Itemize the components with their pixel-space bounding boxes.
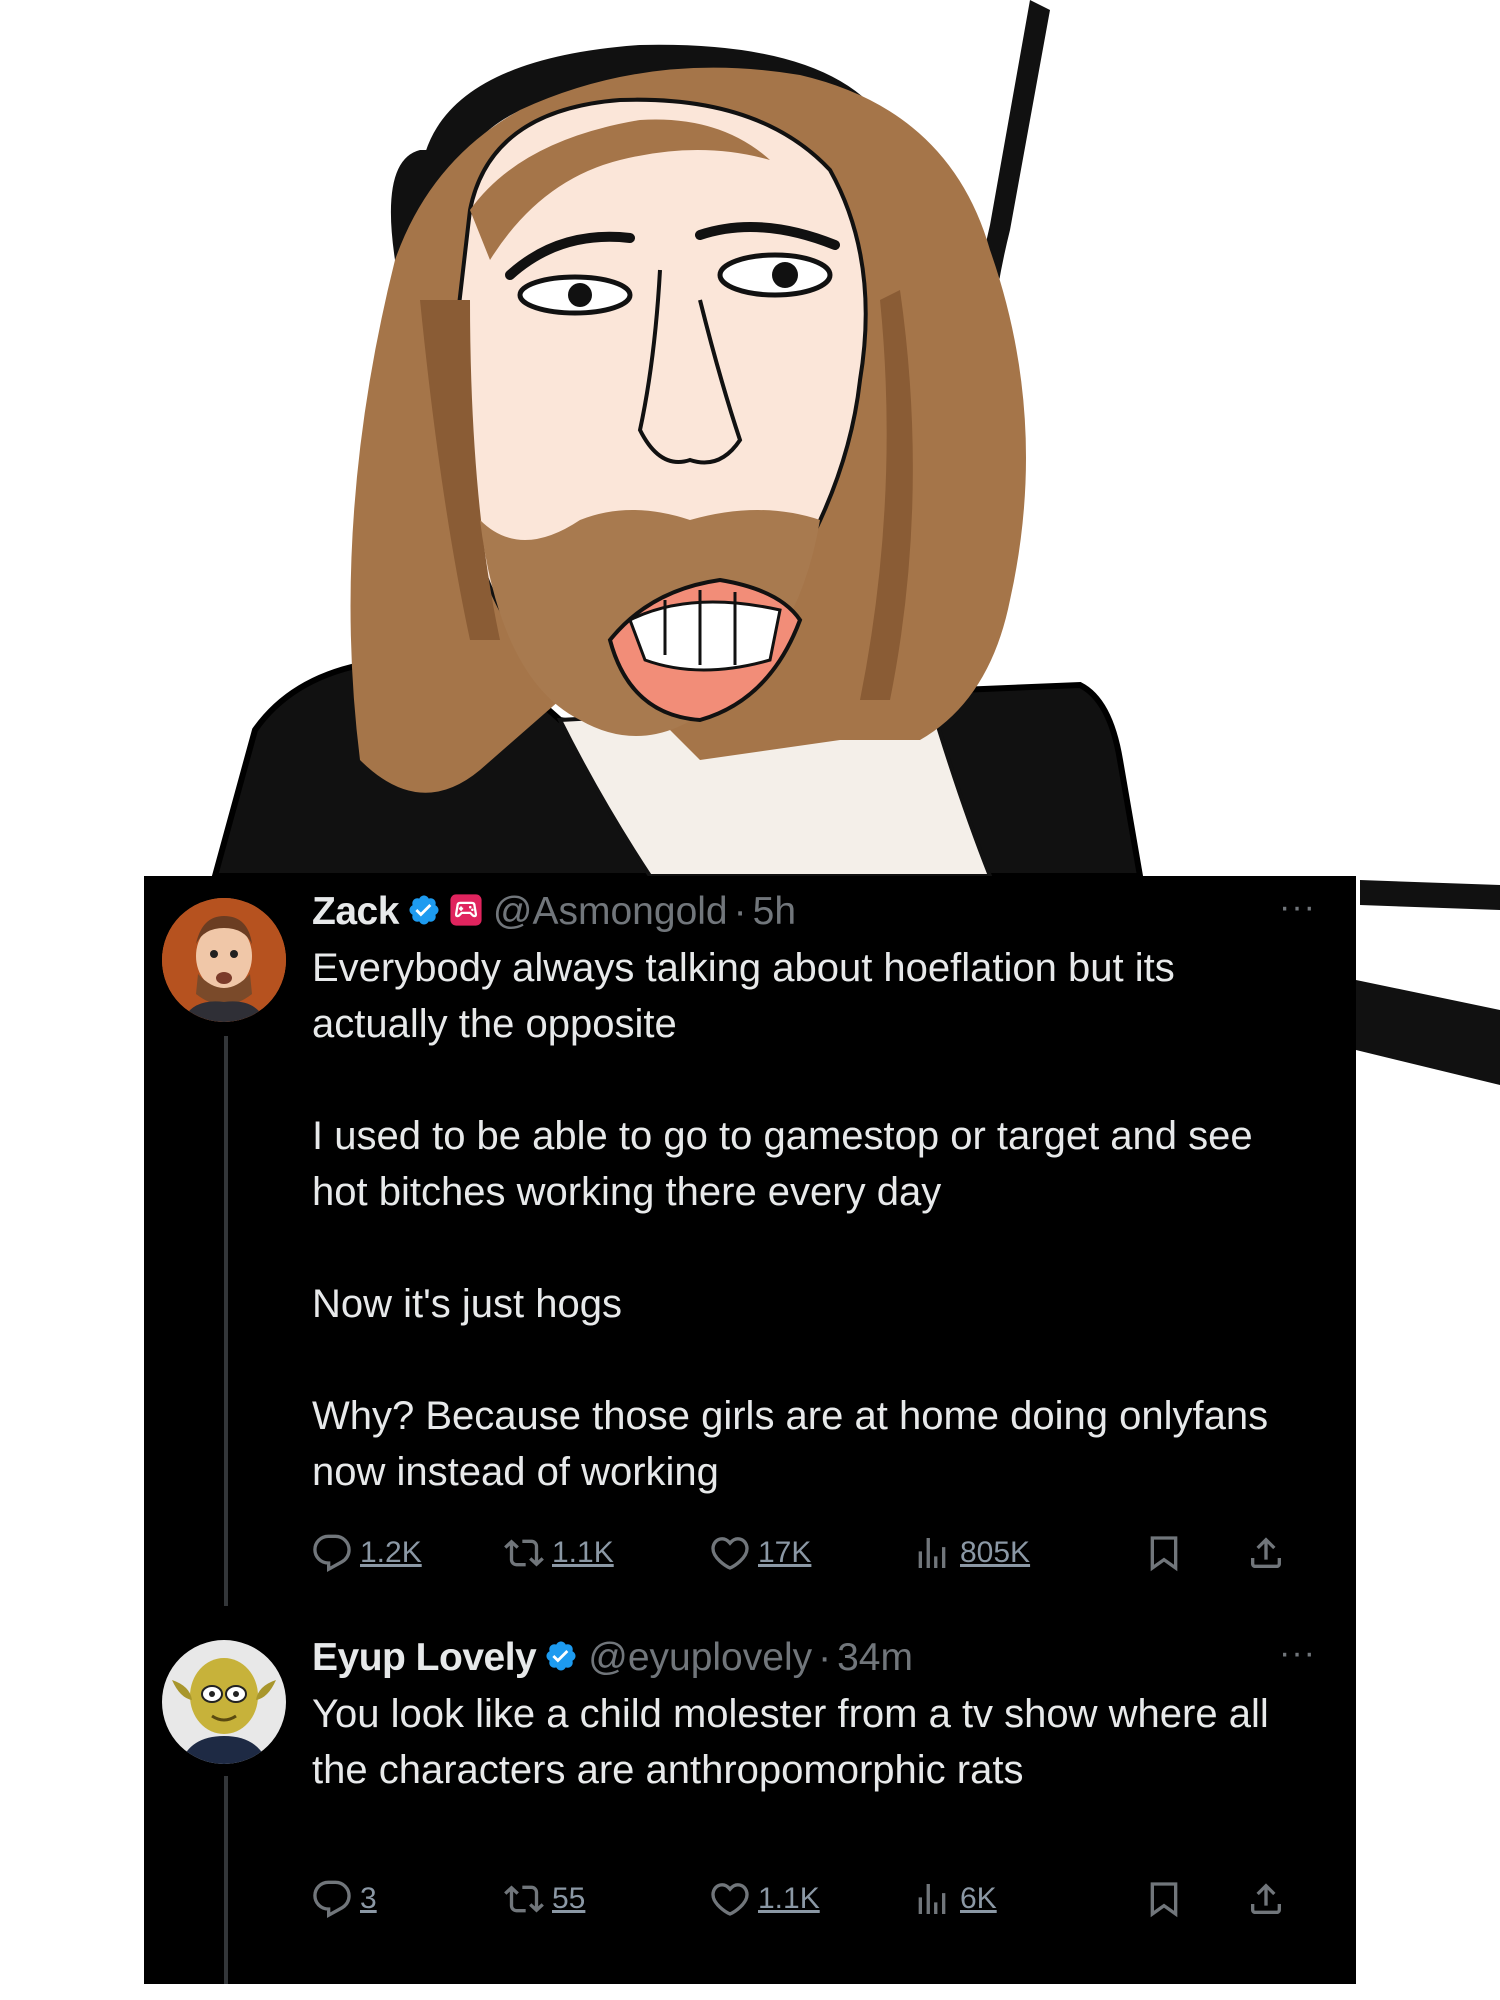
thread-line — [224, 1036, 228, 1606]
reply-button[interactable]: 3 — [312, 1879, 377, 1919]
gamepad-badge-icon — [449, 893, 483, 932]
reply-count: 3 — [360, 1882, 377, 1915]
bookmark-button[interactable] — [1144, 1533, 1184, 1573]
more-options-icon[interactable]: ··· — [1279, 1634, 1316, 1673]
separator: · — [818, 1636, 832, 1679]
reply-icon — [313, 1880, 351, 1918]
like-button[interactable]: 1.1K — [710, 1879, 820, 1919]
tweet-paragraph: Why? Because those girls are at home doi… — [312, 1394, 1269, 1494]
tweet-header: Zack @Asmongold · 5h — [312, 888, 1316, 936]
bookmark-button[interactable] — [1144, 1879, 1184, 1919]
tweet-paragraph: Now it's just hogs — [312, 1282, 622, 1326]
user-handle[interactable]: @Asmongold — [493, 890, 728, 934]
share-icon — [1251, 1537, 1281, 1568]
view-count: 805K — [960, 1536, 1031, 1569]
reply-button[interactable]: 1.2K — [312, 1533, 422, 1573]
share-icon — [1251, 1883, 1281, 1914]
view-count: 6K — [960, 1882, 997, 1915]
reply-count: 1.2K — [360, 1536, 422, 1569]
heart-icon — [711, 1883, 749, 1916]
verified-badge-icon — [407, 893, 441, 932]
share-button[interactable] — [1246, 1533, 1286, 1573]
display-name[interactable]: Eyup Lovely — [312, 1636, 537, 1680]
user-handle[interactable]: @eyuplovely — [588, 1636, 812, 1680]
user-avatar-icon — [162, 1640, 286, 1764]
views-button[interactable]: 805K — [912, 1533, 1030, 1573]
tweet-header: Eyup Lovely @eyuplovely · 34m — [312, 1634, 1316, 1682]
share-button[interactable] — [1246, 1879, 1286, 1919]
bookmark-icon — [1150, 1536, 1178, 1572]
action-bar: 1.2K 1.1K 17K 805K — [312, 1528, 1316, 1578]
more-options-icon[interactable]: ··· — [1279, 888, 1316, 927]
repost-icon — [504, 1885, 544, 1913]
tweet-text: You look like a child molester from a tv… — [312, 1686, 1316, 1798]
timestamp[interactable]: 5h — [753, 890, 796, 934]
repost-count: 55 — [552, 1882, 586, 1915]
tweet-paragraph: Everybody always talking about hoeflatio… — [312, 946, 1175, 1046]
repost-button[interactable]: 1.1K — [504, 1533, 614, 1573]
display-name[interactable]: Zack — [312, 890, 399, 934]
repost-count: 1.1K — [552, 1536, 614, 1569]
tweet-thread: Zack @Asmongold · 5h ··· Everybody alway… — [144, 876, 1356, 1984]
action-bar: 3 55 1.1K 6K — [312, 1874, 1316, 1924]
avatar[interactable] — [162, 898, 286, 1022]
avatar[interactable] — [162, 1640, 286, 1764]
like-count: 1.1K — [758, 1882, 820, 1915]
timestamp[interactable]: 34m — [837, 1636, 913, 1680]
tweet[interactable]: Eyup Lovely @eyuplovely · 34m ··· You lo… — [312, 1634, 1316, 1964]
heart-icon — [711, 1537, 749, 1570]
like-count: 17K — [758, 1536, 812, 1569]
verified-badge-icon — [544, 1639, 578, 1678]
tweet-text: Everybody always talking about hoeflatio… — [312, 940, 1316, 1500]
reply-icon — [313, 1534, 351, 1572]
analytics-icon — [918, 1884, 946, 1914]
repost-icon — [504, 1539, 544, 1567]
thread-line — [224, 1776, 228, 1984]
user-avatar-icon — [162, 898, 286, 1022]
tweet-paragraph: You look like a child molester from a tv… — [312, 1692, 1269, 1792]
repost-button[interactable]: 55 — [504, 1879, 585, 1919]
tweet-paragraph: I used to be able to go to gamestop or t… — [312, 1114, 1253, 1214]
bookmark-icon — [1150, 1882, 1178, 1918]
analytics-icon — [918, 1538, 946, 1568]
views-button[interactable]: 6K — [912, 1879, 997, 1919]
tweet[interactable]: Zack @Asmongold · 5h ··· Everybody alway… — [312, 888, 1316, 1588]
separator: · — [733, 890, 747, 933]
like-button[interactable]: 17K — [710, 1533, 811, 1573]
